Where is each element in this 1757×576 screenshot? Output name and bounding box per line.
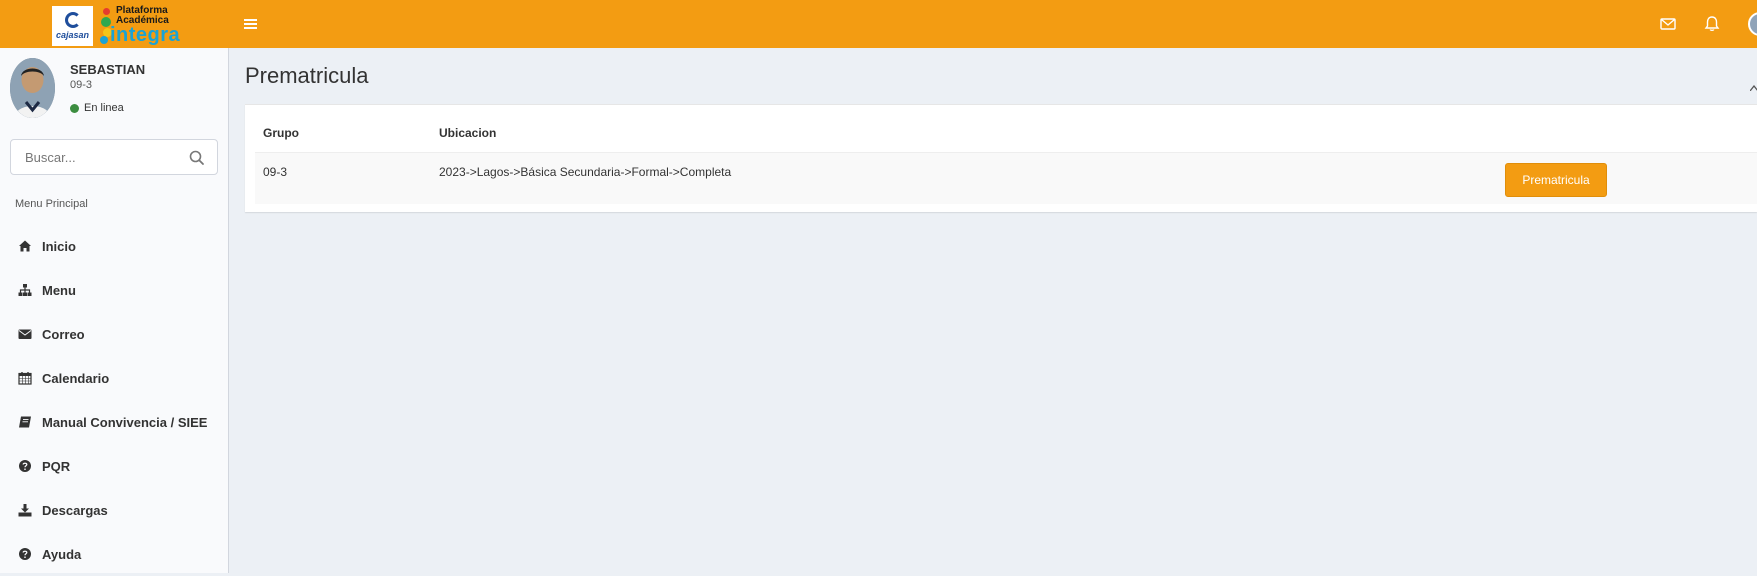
table-header-row: Grupo Ubicacion: [255, 105, 1757, 153]
envelope-icon: [18, 327, 32, 341]
cell-ubicacion: 2023->Lagos->Básica Secundaria->Formal->…: [439, 165, 732, 179]
brand-name-integra: integra: [110, 24, 181, 46]
user-menu-avatar[interactable]: [1748, 12, 1757, 36]
sidebar-item-label: Menu: [42, 282, 76, 298]
notifications-bell-icon[interactable]: [1702, 14, 1722, 34]
table-row: 09-3 2023->Lagos->Básica Secundaria->For…: [255, 153, 1757, 204]
main-sidebar: SEBASTIAN 09-3 En linea Menu Principal I…: [0, 48, 229, 573]
prematricula-button[interactable]: Prematricula: [1505, 163, 1607, 197]
sidebar-item-label: Inicio: [42, 238, 76, 254]
user-name: SEBASTIAN: [70, 62, 146, 77]
sidebar-item-calendario[interactable]: Calendario: [0, 356, 228, 400]
sidebar-item-descargas[interactable]: Descargas: [0, 488, 228, 532]
sidebar-item-inicio[interactable]: Inicio: [0, 224, 228, 268]
sidebar-item-label: Ayuda: [42, 546, 82, 562]
sidebar-item-label: PQR: [42, 458, 71, 474]
download-icon: [18, 503, 32, 517]
user-avatar: [10, 58, 55, 118]
column-header-grupo: Grupo: [263, 126, 299, 140]
breadcrumb-home-icon[interactable]: [1749, 78, 1757, 92]
menu-header: Menu Principal: [15, 198, 88, 210]
sidebar-item-pqr[interactable]: PQR: [0, 444, 228, 488]
calendar-icon: [18, 371, 32, 385]
home-icon: [18, 239, 32, 253]
cell-grupo: 09-3: [263, 165, 288, 179]
sidebar-item-correo[interactable]: Correo: [0, 312, 228, 356]
question-circle-icon: [18, 459, 32, 473]
sidebar-search-form: [10, 139, 218, 175]
cajasan-logo-icon: [64, 12, 81, 28]
sidebar-item-ayuda[interactable]: Ayuda: [0, 532, 228, 576]
sidebar-item-label: Descargas: [42, 502, 108, 518]
user-status: En linea: [70, 102, 124, 114]
cajasan-logo[interactable]: cajasan: [52, 6, 93, 46]
sidebar-toggle-hamburger-icon[interactable]: [242, 17, 260, 31]
search-input[interactable]: [11, 140, 181, 174]
sitemap-icon: [18, 283, 32, 297]
sidebar-menu: Inicio Menu Correo Calendario Manual Con…: [0, 224, 228, 576]
question-circle-icon: [18, 547, 32, 561]
sidebar-item-manual-convivencia[interactable]: Manual Convivencia / SIEE: [0, 400, 228, 444]
online-status-dot-icon: [70, 103, 79, 113]
search-icon[interactable]: [187, 148, 207, 168]
column-header-ubicacion: Ubicacion: [439, 126, 497, 140]
page-title: Prematricula: [245, 63, 369, 88]
user-panel: SEBASTIAN 09-3 En linea: [10, 58, 220, 118]
sidebar-item-label: Correo: [42, 326, 85, 342]
user-group: 09-3: [70, 79, 93, 91]
book-icon: [18, 415, 32, 429]
sidebar-item-label: Manual Convivencia / SIEE: [42, 414, 208, 430]
messages-envelope-icon[interactable]: [1658, 14, 1678, 34]
top-navbar: cajasan Plataforma Académica integra: [0, 0, 1757, 48]
user-status-label: En linea: [84, 102, 124, 114]
sidebar-item-label: Calendario: [42, 370, 110, 386]
cajasan-logo-text: cajasan: [55, 30, 90, 40]
prematricula-box: Grupo Ubicacion 09-3 2023->Lagos->Básica…: [245, 104, 1757, 212]
sidebar-item-menu[interactable]: Menu: [0, 268, 228, 312]
integra-brand-logo[interactable]: Plataforma Académica integra: [100, 6, 180, 46]
